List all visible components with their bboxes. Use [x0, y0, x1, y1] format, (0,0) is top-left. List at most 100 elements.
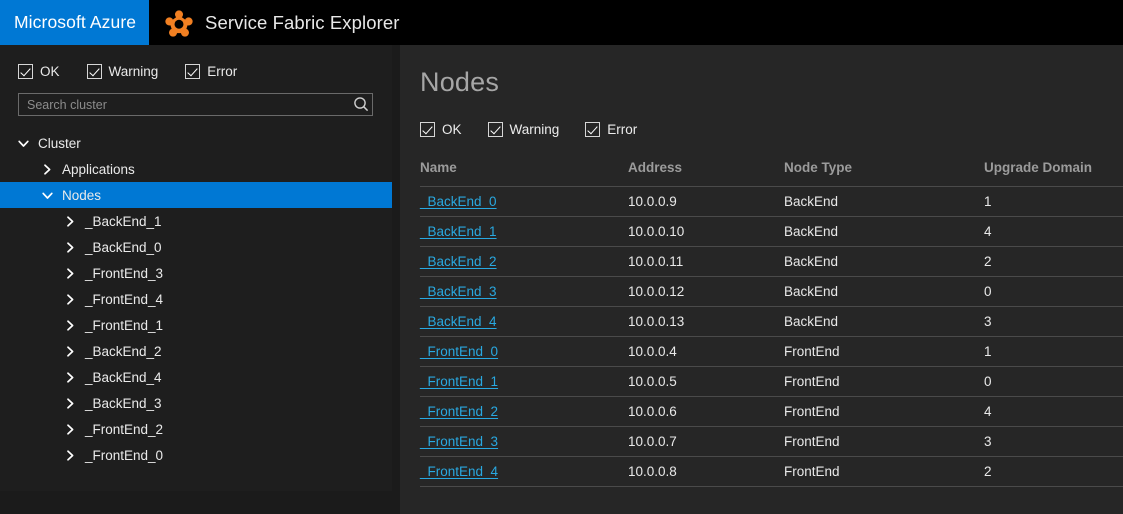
node-link[interactable]: _FrontEnd_3 — [420, 434, 498, 449]
chevron-right-icon[interactable] — [64, 371, 85, 384]
chevron-right-icon[interactable] — [41, 163, 62, 176]
tree-item-cluster[interactable]: Cluster — [0, 130, 392, 156]
cell-node-type: FrontEnd — [784, 457, 984, 487]
checkbox-ok[interactable] — [18, 64, 33, 79]
node-link[interactable]: _BackEnd_1 — [420, 224, 497, 239]
tree-item-label: _FrontEnd_0 — [85, 448, 163, 463]
cell-node-type: BackEnd — [784, 187, 984, 217]
node-link[interactable]: _BackEnd_2 — [420, 254, 497, 269]
cell-node-type: BackEnd — [784, 277, 984, 307]
tree-item-frontend-0[interactable]: _FrontEnd_0 — [0, 442, 392, 468]
chevron-right-icon[interactable] — [64, 215, 85, 228]
search-icon[interactable] — [350, 94, 372, 115]
main-filter-ok-label: OK — [442, 122, 462, 137]
main-content: Nodes OK Warning Error Name Add — [400, 45, 1123, 514]
cell-name: _BackEnd_4 — [420, 307, 628, 337]
column-header-address[interactable]: Address — [628, 160, 784, 187]
service-fabric-explorer-tab[interactable]: Service Fabric Explorer — [149, 0, 1123, 45]
node-link[interactable]: _BackEnd_0 — [420, 194, 497, 209]
tree-item-backend-3[interactable]: _BackEnd_3 — [0, 390, 392, 416]
column-header-node-type[interactable]: Node Type — [784, 160, 984, 187]
sidebar-filter-error[interactable]: Error — [185, 64, 237, 79]
cell-address: 10.0.0.4 — [628, 337, 784, 367]
chevron-right-icon[interactable] — [64, 423, 85, 436]
search-input[interactable] — [19, 94, 350, 115]
node-link[interactable]: _BackEnd_3 — [420, 284, 497, 299]
tree-item-label: Nodes — [62, 188, 101, 203]
chevron-right-icon[interactable] — [64, 449, 85, 462]
cell-address: 10.0.0.9 — [628, 187, 784, 217]
tree-item-label: _BackEnd_4 — [85, 370, 162, 385]
node-link[interactable]: _FrontEnd_1 — [420, 374, 498, 389]
tree-item-label: Applications — [62, 162, 135, 177]
main-filter-warning-label: Warning — [510, 122, 560, 137]
table-row: _FrontEnd_210.0.0.6FrontEnd4 — [420, 397, 1123, 427]
tree-item-backend-4[interactable]: _BackEnd_4 — [0, 364, 392, 390]
cell-name: _FrontEnd_0 — [420, 337, 628, 367]
chevron-right-icon[interactable] — [64, 345, 85, 358]
table-row: _BackEnd_010.0.0.9BackEnd1 — [420, 187, 1123, 217]
column-header-name[interactable]: Name — [420, 160, 628, 187]
tree-item-label: Cluster — [38, 136, 81, 151]
cell-upgrade-domain: 2 — [984, 457, 1123, 487]
cell-node-type: BackEnd — [784, 307, 984, 337]
main-filter-warning[interactable]: Warning — [488, 122, 560, 137]
cell-upgrade-domain: 0 — [984, 277, 1123, 307]
main-filter-error-label: Error — [607, 122, 637, 137]
microsoft-azure-label: Microsoft Azure — [14, 12, 136, 33]
column-header-upgrade-domain[interactable]: Upgrade Domain — [984, 160, 1123, 187]
tree-item-frontend-2[interactable]: _FrontEnd_2 — [0, 416, 392, 442]
cell-node-type: BackEnd — [784, 217, 984, 247]
main-filter-error[interactable]: Error — [585, 122, 637, 137]
cell-name: _BackEnd_1 — [420, 217, 628, 247]
sidebar-filter-error-label: Error — [207, 64, 237, 79]
cell-name: _FrontEnd_1 — [420, 367, 628, 397]
tree-item-frontend-4[interactable]: _FrontEnd_4 — [0, 286, 392, 312]
page-title: Nodes — [400, 45, 1123, 98]
chevron-right-icon[interactable] — [64, 397, 85, 410]
cell-name: _BackEnd_0 — [420, 187, 628, 217]
tree-item-frontend-1[interactable]: _FrontEnd_1 — [0, 312, 392, 338]
checkbox-error[interactable] — [585, 122, 600, 137]
sidebar-filter-ok[interactable]: OK — [18, 64, 60, 79]
tree-item-backend-0[interactable]: _BackEnd_0 — [0, 234, 392, 260]
cell-upgrade-domain: 2 — [984, 247, 1123, 277]
chevron-down-icon[interactable] — [17, 137, 38, 150]
node-link[interactable]: _FrontEnd_4 — [420, 464, 498, 479]
search-cluster-box[interactable] — [18, 93, 373, 116]
tree-item-applications[interactable]: Applications — [0, 156, 392, 182]
cell-name: _BackEnd_3 — [420, 277, 628, 307]
checkbox-error[interactable] — [185, 64, 200, 79]
cell-address: 10.0.0.13 — [628, 307, 784, 337]
node-link[interactable]: _BackEnd_4 — [420, 314, 497, 329]
tree-item-frontend-3[interactable]: _FrontEnd_3 — [0, 260, 392, 286]
cell-name: _FrontEnd_4 — [420, 457, 628, 487]
tree-item-backend-1[interactable]: _BackEnd_1 — [0, 208, 392, 234]
tree-item-label: _FrontEnd_1 — [85, 318, 163, 333]
service-fabric-logo-icon — [165, 9, 193, 37]
node-link[interactable]: _FrontEnd_2 — [420, 404, 498, 419]
cell-upgrade-domain: 0 — [984, 367, 1123, 397]
table-row: _BackEnd_110.0.0.10BackEnd4 — [420, 217, 1123, 247]
cell-address: 10.0.0.7 — [628, 427, 784, 457]
table-row: _FrontEnd_010.0.0.4FrontEnd1 — [420, 337, 1123, 367]
chevron-right-icon[interactable] — [64, 319, 85, 332]
checkbox-ok[interactable] — [420, 122, 435, 137]
checkbox-warning[interactable] — [488, 122, 503, 137]
node-link[interactable]: _FrontEnd_0 — [420, 344, 498, 359]
sidebar-filter-warning[interactable]: Warning — [87, 64, 159, 79]
tree-item-backend-2[interactable]: _BackEnd_2 — [0, 338, 392, 364]
chevron-right-icon[interactable] — [64, 241, 85, 254]
chevron-right-icon[interactable] — [64, 293, 85, 306]
checkbox-warning[interactable] — [87, 64, 102, 79]
chevron-down-icon[interactable] — [41, 189, 62, 202]
main-filter-ok[interactable]: OK — [420, 122, 462, 137]
cell-node-type: FrontEnd — [784, 337, 984, 367]
table-row: _BackEnd_310.0.0.12BackEnd0 — [420, 277, 1123, 307]
chevron-right-icon[interactable] — [64, 267, 85, 280]
cell-upgrade-domain: 3 — [984, 307, 1123, 337]
tree-item-nodes[interactable]: Nodes — [0, 182, 392, 208]
microsoft-azure-tab[interactable]: Microsoft Azure — [0, 0, 149, 45]
tree-item-label: _BackEnd_3 — [85, 396, 162, 411]
table-row: _BackEnd_210.0.0.11BackEnd2 — [420, 247, 1123, 277]
